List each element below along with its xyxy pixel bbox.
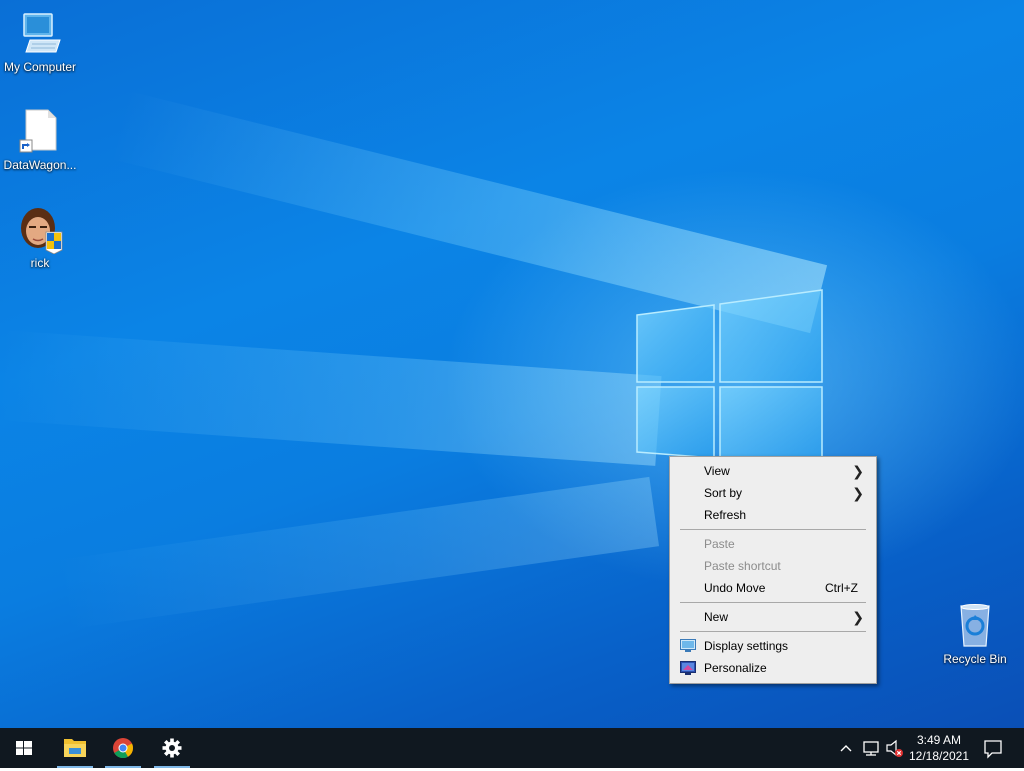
menu-item-label: Sort by (704, 486, 743, 500)
desktop-icon-my-computer[interactable]: My Computer (0, 10, 80, 74)
light-beam (55, 476, 660, 630)
menu-item-label: Undo Move (704, 581, 766, 595)
clock-time: 3:49 AM (916, 733, 962, 747)
file-shortcut-icon (16, 108, 64, 156)
menu-item-label: Paste shortcut (704, 559, 781, 573)
chevron-up-icon (840, 745, 852, 752)
start-windows-icon (16, 741, 32, 755)
light-beam (111, 91, 828, 334)
menu-item-new[interactable]: New ❯ (672, 606, 874, 628)
desktop-icon-recycle-bin[interactable]: Recycle Bin (935, 602, 1015, 666)
menu-item-paste[interactable]: Paste (672, 533, 874, 555)
desktop-context-menu: View ❯ Sort by ❯ Refresh Paste Paste sho… (669, 456, 877, 684)
chevron-right-icon: ❯ (852, 485, 864, 501)
taskbar-file-explorer[interactable] (51, 728, 99, 768)
menu-separator (680, 602, 866, 603)
settings-gear-icon (162, 738, 182, 758)
menu-item-label: Personalize (704, 661, 767, 675)
taskbar-clock[interactable]: 3:49 AM 12/18/2021 (900, 728, 978, 768)
file-explorer-icon (64, 739, 86, 757)
desktop-icon-datawagon[interactable]: DataWagon... (0, 108, 80, 172)
menu-separator (680, 631, 866, 632)
start-button[interactable] (0, 728, 48, 768)
desktop-icon-label: rick (30, 256, 50, 270)
menu-item-shortcut: Ctrl+Z (825, 581, 858, 595)
computer-icon (16, 10, 64, 58)
menu-item-label: View (704, 464, 730, 478)
menu-item-display-settings[interactable]: Display settings (672, 635, 874, 657)
menu-separator (680, 529, 866, 530)
personalize-icon (680, 661, 696, 675)
menu-item-label: Paste (704, 537, 735, 551)
notification-icon (984, 740, 1002, 759)
chrome-icon (113, 738, 134, 759)
menu-item-label: New (704, 610, 729, 624)
desktop[interactable]: My Computer DataWagon... rick Recycle Bi… (0, 0, 1024, 728)
recycle-bin-icon (951, 602, 999, 650)
menu-item-label: Refresh (704, 508, 747, 522)
menu-item-paste-shortcut[interactable]: Paste shortcut (672, 555, 874, 577)
light-beam (0, 330, 662, 466)
rick-portrait-icon (16, 206, 64, 255)
network-icon (863, 741, 879, 756)
desktop-icon-rick[interactable]: rick (0, 206, 80, 270)
menu-item-label: Display settings (704, 639, 789, 653)
menu-item-sort-by[interactable]: Sort by ❯ (672, 482, 874, 504)
taskbar-settings[interactable] (148, 728, 196, 768)
desktop-icon-label: My Computer (3, 60, 77, 74)
menu-item-refresh[interactable]: Refresh (672, 504, 874, 526)
taskbar-chrome[interactable] (99, 728, 147, 768)
menu-item-view[interactable]: View ❯ (672, 460, 874, 482)
display-settings-icon (680, 639, 696, 652)
show-hidden-icons-button[interactable] (836, 728, 856, 768)
chevron-right-icon: ❯ (852, 609, 864, 625)
desktop-icon-label: Recycle Bin (943, 652, 1007, 666)
chevron-right-icon: ❯ (852, 463, 864, 479)
clock-date: 12/18/2021 (908, 749, 970, 763)
menu-item-personalize[interactable]: Personalize (672, 657, 874, 679)
menu-item-undo-move[interactable]: Undo Move Ctrl+Z (672, 577, 874, 599)
taskbar: 3:49 AM 12/18/2021 (0, 728, 1024, 768)
action-center-button[interactable] (978, 728, 1008, 768)
network-status[interactable] (860, 728, 882, 768)
desktop-icon-label: DataWagon... (3, 158, 77, 172)
